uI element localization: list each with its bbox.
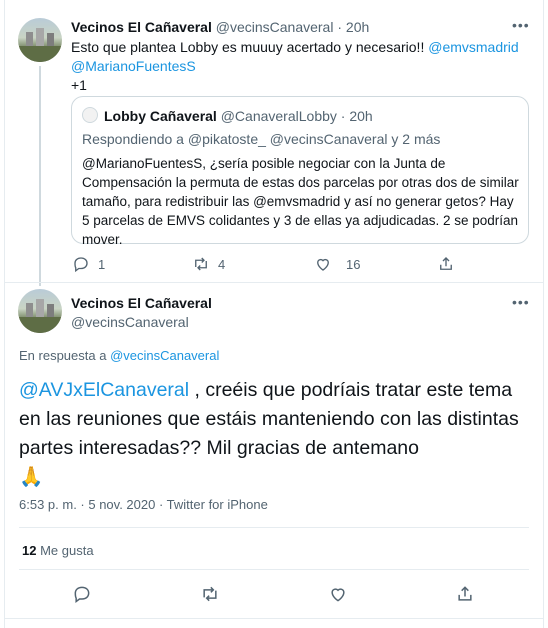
retweet-button[interactable]: 4 bbox=[192, 255, 225, 273]
main-tweet-text: @AVJxElCanaveral , creéis que podríais t… bbox=[19, 376, 529, 492]
avatar[interactable] bbox=[18, 289, 62, 333]
divider bbox=[19, 569, 529, 570]
like-button[interactable]: 16 bbox=[314, 255, 360, 273]
tweet-body: Esto que plantea Lobby es muuuy acertado… bbox=[71, 39, 429, 55]
author-handle[interactable]: @vecinsCanaveral bbox=[71, 313, 189, 332]
reply-to-handle[interactable]: @vecinsCanaveral bbox=[110, 348, 219, 363]
share-button[interactable] bbox=[455, 584, 475, 604]
divider bbox=[4, 282, 544, 283]
avatar[interactable] bbox=[18, 18, 62, 62]
tweet-header: Vecinos El Cañaveral @vecinsCanaveral · … bbox=[71, 18, 369, 37]
separator: · bbox=[337, 19, 343, 35]
quoted-tweet[interactable]: Lobby Cañaveral @CanaveralLobby · 20h Re… bbox=[71, 96, 529, 247]
divider bbox=[19, 527, 529, 528]
share-button[interactable] bbox=[437, 255, 455, 273]
in-reply-to: En respuesta a @vecinsCanaveral bbox=[19, 348, 219, 363]
more-dots-icon[interactable]: ••• bbox=[512, 17, 530, 33]
reply-icon bbox=[74, 257, 88, 273]
reply-icon bbox=[74, 586, 90, 603]
likes-summary[interactable]: 12 Me gusta bbox=[22, 543, 94, 558]
pray-emoji: 🙏 bbox=[19, 466, 44, 488]
share-icon bbox=[458, 586, 472, 601]
quoted-author-handle: @CanaveralLobby bbox=[220, 108, 337, 124]
tweet-time[interactable]: 20h bbox=[346, 19, 369, 35]
tweet-source[interactable]: Twitter for iPhone bbox=[167, 497, 268, 512]
reply-button[interactable] bbox=[72, 584, 92, 604]
mention-avjxelcanaveral[interactable]: @AVJxElCanaveral bbox=[19, 379, 189, 401]
heart-icon bbox=[331, 588, 345, 602]
replying-to: Respondiendo a @pikatoste_ @vecinsCanave… bbox=[82, 131, 441, 147]
reply-prefix: En respuesta a bbox=[19, 348, 111, 363]
tweet-timestamp[interactable]: 6:53 p. m. · 5 nov. 2020 · bbox=[19, 497, 167, 512]
quoted-time: 20h bbox=[349, 108, 373, 124]
mention-marianofuentess[interactable]: @MarianoFuentesS bbox=[71, 58, 196, 74]
mention-emvsmadrid[interactable]: @emvsmadrid bbox=[428, 39, 518, 55]
share-icon bbox=[440, 257, 452, 270]
retweet-count: 4 bbox=[218, 256, 226, 272]
quoted-author-name: Lobby Cañaveral bbox=[104, 108, 217, 124]
separator: · bbox=[340, 108, 346, 124]
thread-line bbox=[39, 66, 41, 286]
retweet-icon bbox=[203, 586, 217, 602]
tweet-text: Esto que plantea Lobby es muuuy acertado… bbox=[71, 38, 531, 95]
reply-count: 1 bbox=[98, 256, 106, 272]
likes-label: Me gusta bbox=[36, 543, 94, 558]
tweet-meta: 6:53 p. m. · 5 nov. 2020 · Twitter for i… bbox=[19, 497, 268, 512]
heart-icon bbox=[317, 258, 329, 271]
author-name[interactable]: Vecinos El Cañaveral bbox=[71, 19, 212, 35]
quoted-avatar bbox=[82, 107, 98, 123]
likes-count: 12 bbox=[22, 543, 37, 558]
author-name[interactable]: Vecinos El Cañaveral bbox=[71, 294, 212, 313]
quoted-text: @MarianoFuentesS, ¿sería posible negocia… bbox=[82, 156, 519, 247]
plus-one: +1 bbox=[71, 77, 87, 93]
divider bbox=[4, 618, 544, 619]
like-button[interactable] bbox=[328, 584, 348, 604]
author-handle[interactable]: @vecinsCanaveral bbox=[216, 19, 334, 35]
like-count: 16 bbox=[346, 256, 361, 272]
reply-button[interactable]: 1 bbox=[72, 255, 105, 273]
retweet-icon bbox=[195, 257, 207, 271]
more-dots-icon[interactable]: ••• bbox=[512, 294, 530, 310]
retweet-button[interactable] bbox=[200, 584, 220, 604]
